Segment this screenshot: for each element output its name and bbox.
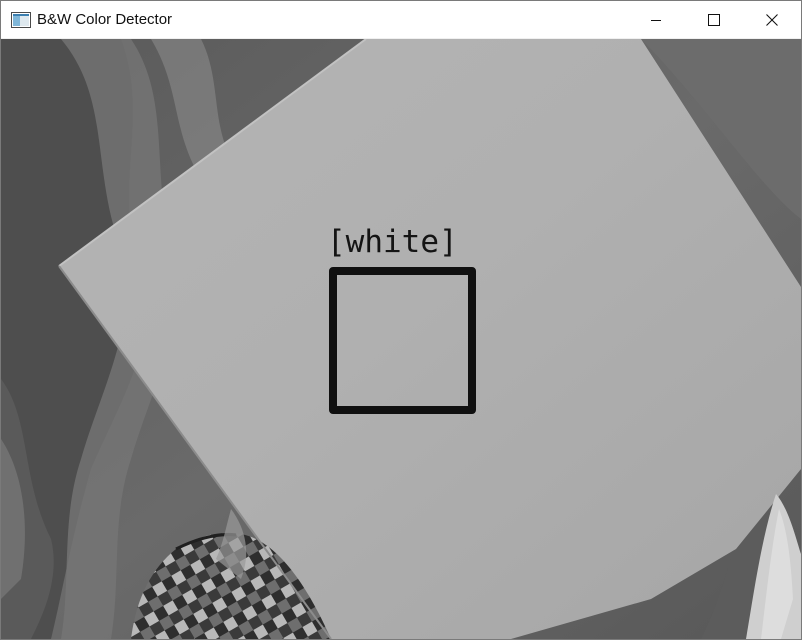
app-window-icon xyxy=(11,12,31,28)
camera-feed: [white] xyxy=(1,39,801,639)
window-controls xyxy=(627,1,801,39)
maximize-icon xyxy=(708,14,720,26)
close-button[interactable] xyxy=(743,1,801,39)
title-bar[interactable]: B&W Color Detector xyxy=(1,1,801,39)
maximize-button[interactable] xyxy=(685,1,743,39)
close-icon xyxy=(766,14,778,26)
detection-box xyxy=(329,267,476,414)
detection-label: [white] xyxy=(327,224,458,260)
app-window: B&W Color Detector [white] xyxy=(0,0,802,640)
window-title: B&W Color Detector xyxy=(37,11,173,28)
minimize-button[interactable] xyxy=(627,1,685,39)
minimize-icon xyxy=(651,20,661,21)
